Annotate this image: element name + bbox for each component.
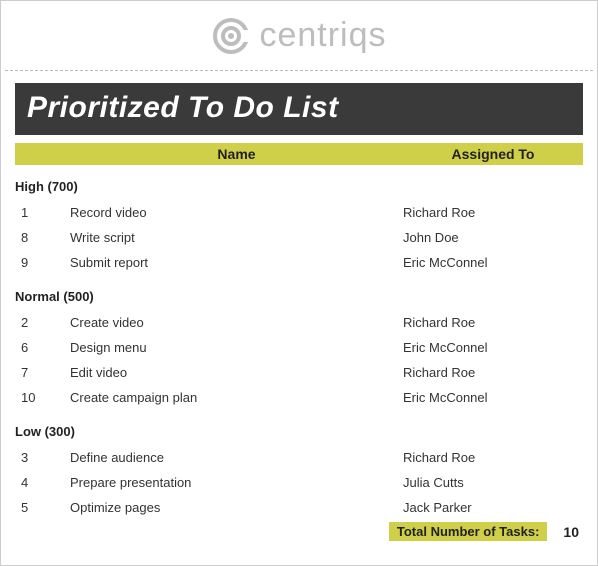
task-id: 4	[15, 475, 70, 490]
task-id: 3	[15, 450, 70, 465]
task-id: 6	[15, 340, 70, 355]
footer-total-count: 10	[563, 524, 583, 540]
centriqs-logo-icon	[211, 16, 251, 56]
task-name: Submit report	[70, 255, 403, 270]
task-assigned: John Doe	[403, 230, 583, 245]
task-assigned: Richard Roe	[403, 205, 583, 220]
task-name: Write script	[70, 230, 403, 245]
task-assigned: Eric McConnel	[403, 340, 583, 355]
column-header-assigned: Assigned To	[403, 146, 583, 162]
document-page: centriqs Prioritized To Do List Name Ass…	[0, 0, 598, 566]
task-name: Prepare presentation	[70, 475, 403, 490]
task-name: Optimize pages	[70, 500, 403, 515]
table-row: 8 Write script John Doe	[15, 225, 583, 250]
logo-bar: centriqs	[5, 1, 593, 71]
table-row: 2 Create video Richard Roe	[15, 310, 583, 335]
task-assigned: Julia Cutts	[403, 475, 583, 490]
table-row: 9 Submit report Eric McConnel	[15, 250, 583, 275]
task-id: 10	[15, 390, 70, 405]
task-id: 5	[15, 500, 70, 515]
task-assigned: Richard Roe	[403, 450, 583, 465]
page-title: Prioritized To Do List	[27, 91, 571, 125]
title-bar: Prioritized To Do List	[15, 83, 583, 135]
table-row: 3 Define audience Richard Roe	[15, 445, 583, 470]
task-assigned: Eric McConnel	[403, 390, 583, 405]
table-row: 5 Optimize pages Jack Parker	[15, 495, 583, 520]
column-header-name: Name	[70, 146, 403, 162]
task-name: Edit video	[70, 365, 403, 380]
task-name: Create campaign plan	[70, 390, 403, 405]
table-row: 10 Create campaign plan Eric McConnel	[15, 385, 583, 410]
task-name: Record video	[70, 205, 403, 220]
column-header-row: Name Assigned To	[15, 143, 583, 165]
task-assigned: Richard Roe	[403, 315, 583, 330]
table-row: 1 Record video Richard Roe	[15, 200, 583, 225]
footer-total-label: Total Number of Tasks:	[389, 522, 548, 541]
task-assigned: Richard Roe	[403, 365, 583, 380]
group-label: Low (300)	[15, 424, 583, 439]
task-assigned: Eric McConnel	[403, 255, 583, 270]
task-id: 2	[15, 315, 70, 330]
task-id: 9	[15, 255, 70, 270]
task-name: Define audience	[70, 450, 403, 465]
table-row: 7 Edit video Richard Roe	[15, 360, 583, 385]
task-id: 7	[15, 365, 70, 380]
task-id: 1	[15, 205, 70, 220]
brand-name: centriqs	[259, 16, 386, 55]
task-assigned: Jack Parker	[403, 500, 583, 515]
task-name: Design menu	[70, 340, 403, 355]
table-row: 6 Design menu Eric McConnel	[15, 335, 583, 360]
task-id: 8	[15, 230, 70, 245]
group-label: High (700)	[15, 179, 583, 194]
task-name: Create video	[70, 315, 403, 330]
table-row: 4 Prepare presentation Julia Cutts	[15, 470, 583, 495]
task-list: High (700) 1 Record video Richard Roe 8 …	[15, 179, 583, 520]
group-label: Normal (500)	[15, 289, 583, 304]
footer-total: Total Number of Tasks: 10	[389, 522, 583, 541]
